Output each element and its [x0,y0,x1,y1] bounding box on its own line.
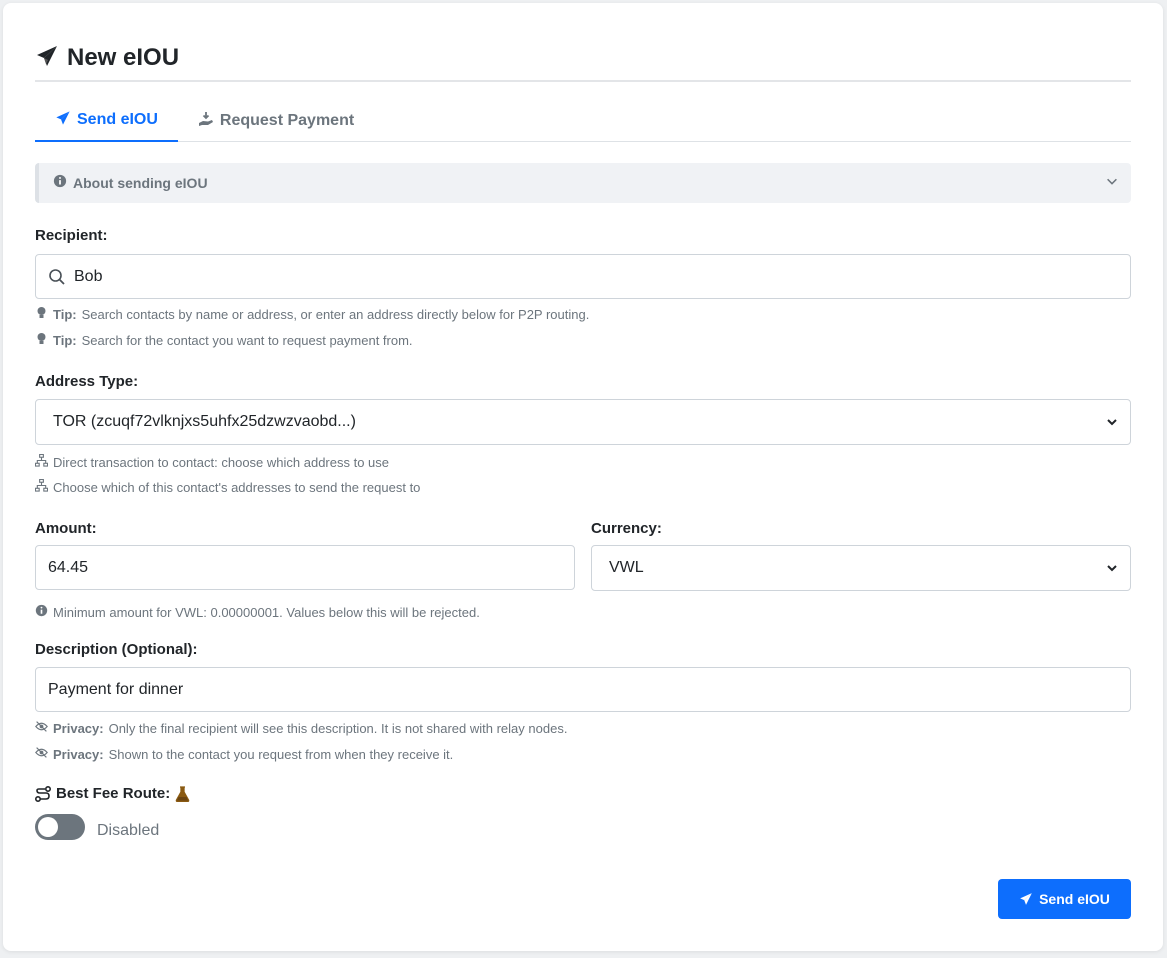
address-type-hint: Direct transaction to contact: choose wh… [34,453,390,470]
hand-holding-icon [198,111,214,132]
paper-plane-icon [35,44,59,73]
tip-text: Search for the contact you want to reque… [81,332,413,348]
tip-text: Search contacts by name or address, or e… [81,306,590,322]
privacy-hint: Privacy: Shown to the contact you reques… [35,746,453,762]
tip-prefix: Tip: [53,332,77,348]
hint-text: Shown to the contact you request from wh… [108,746,454,762]
description-input[interactable]: Payment for dinner [35,667,1131,712]
tab-bar: Send eIOU Request Payment [35,100,1131,142]
recipient-label: Recipient: [35,227,108,244]
recipient-tip: Tip: Search contacts by name or address,… [35,306,589,322]
address-type-hint: Choose which of this contact's addresses… [34,478,421,495]
best-fee-route-toggle[interactable] [35,814,85,840]
tab-send-eiou[interactable]: Send eIOU [35,100,178,142]
privacy-hint: Privacy: Only the final recipient will s… [35,720,567,736]
about-label: About sending eIOU [73,175,208,191]
tip-prefix: Tip: [53,306,77,322]
currency-label: Currency: [591,520,662,537]
tab-label: Send eIOU [77,111,158,128]
amount-input[interactable]: 64.45 [35,545,575,590]
sitemap-icon [34,478,49,495]
privacy-prefix: Privacy: [53,746,104,762]
amount-value: 64.45 [48,558,89,576]
info-circle-icon [53,174,67,193]
paper-plane-icon [1019,892,1033,906]
address-type-value: TOR (zcuqf72vlknjxs5uhfx25dzwzvaobd...) [53,413,356,430]
eye-slash-icon [35,746,48,762]
hint-text: Only the final recipient will see this d… [108,720,568,736]
min-amount-hint: Minimum amount for VWL: 0.00000001. Valu… [35,604,480,620]
new-eiou-card: New eIOU Send eIOU Request Payment About… [3,3,1163,951]
lightbulb-icon [35,306,48,322]
chevron-down-icon [1105,174,1119,193]
page-title: New eIOU [67,44,180,71]
privacy-prefix: Privacy: [53,720,104,736]
recipient-tip: Tip: Search for the contact you want to … [35,332,413,348]
route-icon [35,785,51,802]
description-label: Description (Optional): [35,641,198,658]
search-icon [48,268,66,286]
send-button-label: Send eIOU [1039,891,1110,907]
chevron-down-icon [1106,416,1118,428]
page-header: New eIOU [35,41,179,75]
title-divider [35,80,1131,82]
amount-label: Amount: [35,520,97,537]
about-collapsible[interactable]: About sending eIOU [35,163,1131,203]
send-eiou-button[interactable]: Send eIOU [998,879,1131,919]
currency-select[interactable]: VWL [591,545,1131,591]
hint-text: Direct transaction to contact: choose wh… [53,454,390,470]
eye-slash-icon [35,720,48,736]
hint-text: Choose which of this contact's addresses… [53,479,421,495]
hint-text: Minimum amount for VWL: 0.00000001. Valu… [53,604,480,620]
address-type-select[interactable]: TOR (zcuqf72vlknjxs5uhfx25dzwzvaobd...) [35,399,1131,445]
lightbulb-icon [35,332,48,348]
best-fee-route-text: Best Fee Route: [56,785,171,802]
tab-label: Request Payment [219,112,355,129]
paper-plane-icon [55,110,71,131]
sitemap-icon [34,453,49,470]
flask-icon [175,785,190,802]
best-fee-route-label: Best Fee Route: [35,785,190,802]
currency-value: VWL [609,559,644,576]
address-type-label: Address Type: [35,373,139,390]
description-value: Payment for dinner [48,680,184,698]
recipient-search-input[interactable]: Bob [35,254,1131,299]
toggle-state-label: Disabled [97,822,160,839]
info-circle-icon [35,604,48,620]
chevron-down-icon [1106,562,1118,574]
tab-request-payment[interactable]: Request Payment [178,100,374,142]
recipient-value: Bob [74,267,103,285]
toggle-knob [38,817,58,837]
